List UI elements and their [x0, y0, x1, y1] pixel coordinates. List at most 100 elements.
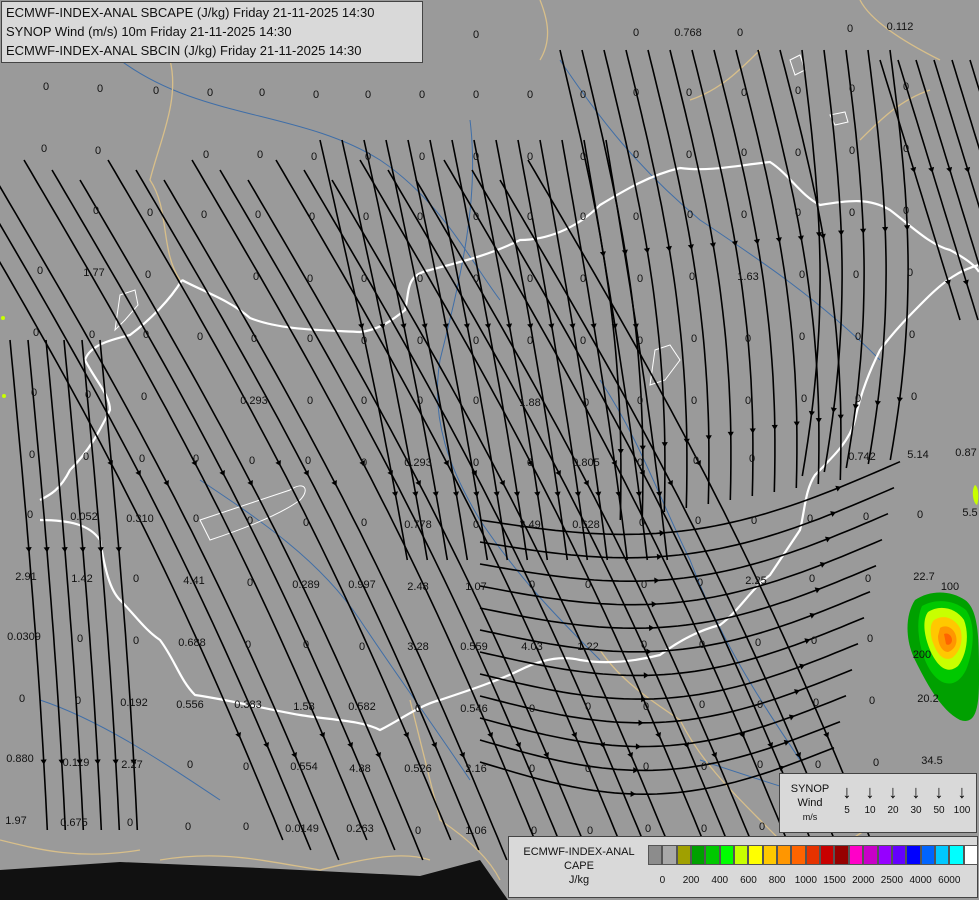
cape-tick-label: 600 — [740, 875, 757, 886]
cape-value: 0 — [815, 759, 821, 771]
cape-value: 0 — [701, 823, 707, 835]
cape-value: 0 — [193, 453, 199, 465]
synop-wind-legend: SYNOP Wind m/s ↓ 5 ↓ 10 ↓ 20 ↓ 30 ↓ 50 ↓ 100 — [779, 773, 977, 833]
cape-value: 0.582 — [348, 701, 376, 713]
cape-value: 0 — [473, 519, 479, 531]
cape-swatch — [648, 845, 663, 865]
cape-swatch — [777, 845, 792, 865]
cape-value: 0 — [907, 267, 913, 279]
cape-value: 0 — [361, 457, 367, 469]
cape-value: 0.052 — [70, 511, 98, 523]
cape-value: 0 — [637, 335, 643, 347]
cape-value: 0 — [633, 87, 639, 99]
synop-legend-item: ↓ 20 — [882, 780, 904, 818]
title-line-wind: SYNOP Wind (m/s) 10m Friday 21-11-2025 1… — [6, 24, 292, 39]
cape-value: 0.688 — [178, 637, 206, 649]
cape-value: 4.03 — [521, 641, 542, 653]
cape-value: 0 — [245, 639, 251, 651]
cape-value: 0 — [43, 81, 49, 93]
cape-value: 0 — [307, 395, 313, 407]
cape-value: 2.48 — [407, 581, 428, 593]
cape-value: 0 — [697, 577, 703, 589]
cape-color-legend: ECMWF-INDEX-ANAL CAPE J/kg 0 200 400 600 800… — [508, 836, 978, 898]
cape-value: 0 — [633, 211, 639, 223]
cape-value: 0.778 — [404, 519, 432, 531]
cape-value: 5.5 — [962, 507, 977, 519]
cape-swatch — [906, 845, 921, 865]
cape-value: 0 — [193, 513, 199, 525]
cape-value: 0.263 — [346, 823, 374, 835]
cape-value: 0 — [365, 151, 371, 163]
cape-value: 4.41 — [183, 575, 204, 587]
cape-value: 0 — [855, 331, 861, 343]
cape-value: 0 — [755, 637, 761, 649]
cape-value: 0.997 — [348, 579, 376, 591]
cape-value: 0 — [741, 147, 747, 159]
cape-value: 0 — [641, 579, 647, 591]
cape-swatch — [820, 845, 835, 865]
cape-swatch — [676, 845, 692, 865]
cape-value: 0 — [41, 143, 47, 155]
cape-value: 0 — [759, 821, 765, 833]
cape-value: 0.119 — [63, 757, 90, 769]
cape-value: 22.7 — [913, 571, 934, 583]
synop-legend-item: ↓ 5 — [836, 780, 858, 818]
cape-swatch — [719, 845, 735, 865]
wind-arrow-icon: ↓ — [888, 782, 898, 802]
cape-value: 0 — [689, 271, 695, 283]
cape-value: 0 — [529, 763, 535, 775]
cape-value: 0 — [751, 515, 757, 527]
synop-legend-title: SYNOP Wind m/s — [786, 782, 834, 824]
wind-arrow-icon: ↓ — [865, 782, 875, 802]
cape-value: 1.58 — [293, 701, 314, 713]
cape-value: 0 — [917, 509, 923, 521]
cape-value: 0 — [701, 761, 707, 773]
synop-legend-unit: m/s — [802, 812, 818, 822]
cape-legend-unit: J/kg — [568, 874, 590, 886]
cape-value: 0 — [75, 695, 81, 707]
cape-value: 0 — [633, 149, 639, 161]
title-line-cape: ECMWF-INDEX-ANAL SBCAPE (J/kg) Friday 21… — [6, 5, 375, 20]
cape-value: 0 — [77, 633, 83, 645]
cape-value: 0 — [417, 395, 423, 407]
cape-value: 0 — [693, 455, 699, 467]
cape-tick-label: 6000 — [938, 875, 961, 886]
cape-swatch — [705, 845, 720, 865]
cape-value: 0 — [305, 455, 311, 467]
cape-value: 1.97 — [5, 815, 26, 827]
cape-value: 0 — [307, 333, 313, 345]
cape-value: 0 — [253, 271, 259, 283]
cape-value: 0 — [303, 517, 309, 529]
cape-swatch — [791, 845, 806, 865]
cape-value: 0 — [361, 395, 367, 407]
wind-speed-label: 50 — [933, 805, 945, 816]
wind-speed-label: 20 — [887, 805, 899, 816]
cape-value: 0.805 — [572, 457, 600, 469]
cape-value: 0 — [419, 151, 425, 163]
cape-value: 1.63 — [737, 271, 758, 283]
cape-value: 0.192 — [120, 697, 148, 709]
cape-value: 0 — [757, 699, 763, 711]
cape-tick-label: 4000 — [909, 875, 932, 886]
cape-value: 0 — [699, 699, 705, 711]
cape-value: 0 — [309, 211, 315, 223]
cape-value: 0 — [911, 391, 917, 403]
cape-value: 0 — [415, 703, 421, 715]
cape-value: 0 — [89, 329, 95, 341]
cape-value: 0 — [867, 633, 873, 645]
cape-value: 0 — [909, 329, 915, 341]
cape-value: 0 — [311, 151, 317, 163]
cape-value: 0 — [529, 579, 535, 591]
cape-value: 0 — [737, 27, 743, 39]
cape-value: 0 — [643, 701, 649, 713]
cape-value: 0 — [361, 273, 367, 285]
cape-swatch — [762, 845, 778, 865]
cape-value: 0 — [527, 273, 533, 285]
cape-value: 0 — [417, 211, 423, 223]
cape-swatch — [805, 845, 821, 865]
cape-value: 0 — [795, 207, 801, 219]
cape-value: 2.16 — [465, 763, 486, 775]
cape-swatch — [920, 845, 935, 865]
cape-value: 0.87 — [955, 447, 976, 459]
cape-value: 0 — [27, 509, 33, 521]
